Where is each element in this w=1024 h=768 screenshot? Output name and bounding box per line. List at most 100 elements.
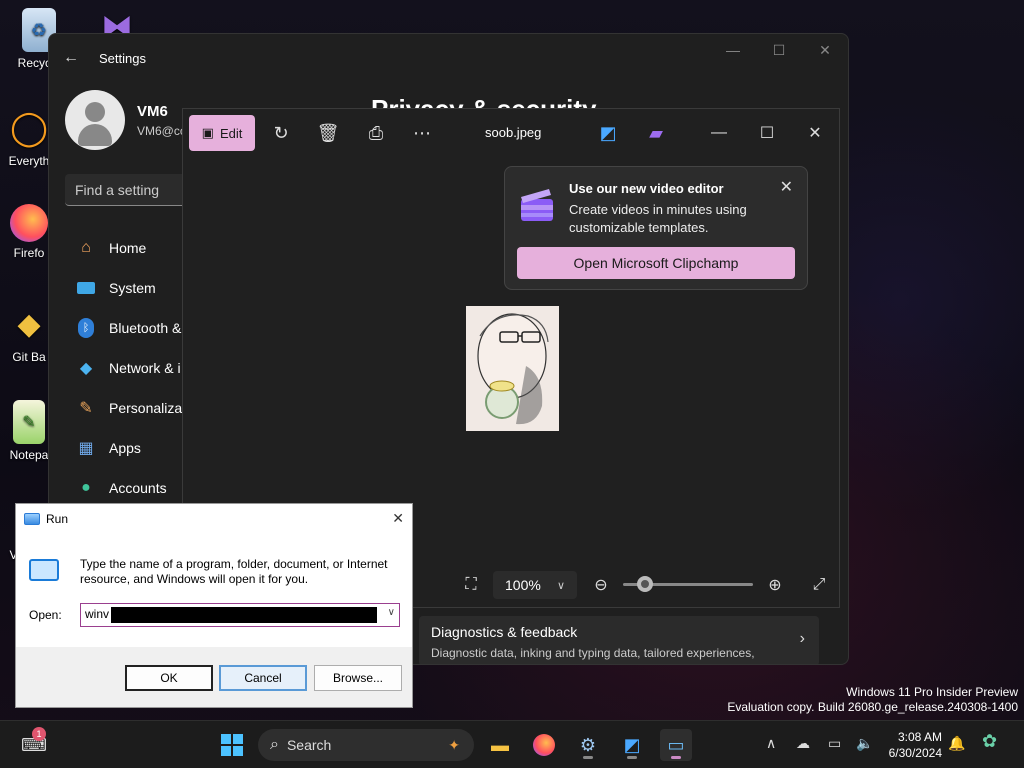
nav-item-label: Home: [109, 240, 147, 256]
run-icon: ▭: [667, 734, 685, 755]
open-clipchamp-button[interactable]: Open Microsoft Clipchamp: [517, 247, 795, 279]
maximize-icon[interactable]: ☐: [753, 119, 781, 147]
bell-icon[interactable]: 🔔: [948, 735, 965, 752]
profile-email: VM6@cc: [137, 123, 186, 138]
video-editor-popup: Use our new video editor Create videos i…: [504, 166, 808, 290]
rotate-icon[interactable]: ↻: [269, 121, 293, 145]
cancel-button[interactable]: Cancel: [219, 665, 307, 691]
clipchamp-icon: [521, 189, 553, 221]
system-icon: [75, 277, 97, 299]
nav-item-label: Bluetooth &: [109, 320, 182, 336]
search-highlight-icon: ✦: [448, 736, 460, 753]
browse-button[interactable]: Browse...: [314, 665, 402, 691]
run-input-value: winv: [85, 607, 110, 621]
fit-to-window-icon[interactable]: ⛶: [459, 573, 483, 597]
run-dialog: Run ✕ Type the name of a program, folder…: [15, 503, 413, 708]
back-arrow-icon[interactable]: ←: [63, 49, 87, 67]
edit-button[interactable]: ▣ Edit: [189, 115, 255, 151]
settings-button[interactable]: ⚙: [572, 729, 604, 761]
photo-image: [466, 306, 559, 431]
file-name: soob.jpeg: [485, 125, 542, 140]
close-icon[interactable]: ✕: [802, 34, 848, 66]
nav-item-label: System: [109, 280, 156, 296]
close-icon[interactable]: ✕: [780, 177, 793, 197]
wifi-icon: ◆: [79, 360, 93, 377]
run-input-selection: [111, 607, 377, 623]
photos-app-icon[interactable]: ◩: [596, 121, 620, 145]
nav-item-label: Personalizat: [109, 400, 187, 416]
widgets-button[interactable]: ⌨ 1: [18, 727, 50, 761]
apps-icon: ▦: [78, 440, 94, 457]
minimize-icon[interactable]: —: [710, 34, 756, 66]
settings-title: Settings: [99, 50, 146, 66]
edit-button-label: Edit: [219, 125, 243, 141]
zoom-level-dropdown[interactable]: 100% ∨: [493, 571, 577, 599]
diagnostics-description: Diagnostic data, inking and typing data,…: [431, 646, 755, 660]
search-icon: ⌕: [270, 736, 279, 753]
run-icon: [24, 513, 40, 525]
firefox-button[interactable]: [528, 729, 560, 761]
evaluation-watermark: Windows 11 Pro Insider Preview Evaluatio…: [727, 685, 1018, 715]
display-icon[interactable]: ▭: [828, 735, 841, 752]
gear-icon: ⚙: [579, 734, 597, 755]
popup-title: Use our new video editor: [569, 181, 724, 196]
chevron-down-icon[interactable]: ∨: [388, 607, 395, 618]
run-button[interactable]: ▭: [660, 729, 692, 761]
minimize-icon[interactable]: —: [705, 119, 733, 147]
brush-icon: ✎: [79, 400, 93, 417]
diagnostics-feedback-card[interactable]: Diagnostics & feedback Diagnostic data, …: [419, 616, 819, 664]
clock[interactable]: 3:08 AM 6/30/2024: [880, 729, 942, 761]
maximize-icon[interactable]: ☐: [756, 34, 802, 66]
zoom-slider-thumb[interactable]: [637, 576, 654, 592]
profile-name: VM6: [137, 102, 168, 120]
ok-button[interactable]: OK: [125, 665, 213, 691]
nav-item-label: Network & i: [109, 360, 181, 376]
full-screen-icon[interactable]: ⤢: [807, 573, 831, 597]
windows-logo-icon: [221, 734, 243, 756]
photos-button[interactable]: ◩: [616, 729, 648, 761]
firefox-icon: [10, 204, 48, 242]
accounts-icon: ●: [81, 479, 91, 496]
nav-item-label: Accounts: [109, 480, 167, 496]
zoom-out-icon[interactable]: ⊖: [589, 573, 613, 597]
chevron-down-icon: ∨: [556, 579, 565, 592]
close-icon[interactable]: ✕: [801, 119, 829, 147]
file-explorer-button[interactable]: ▬: [484, 729, 516, 761]
active-indicator: [583, 756, 593, 759]
active-indicator: [671, 756, 681, 759]
watermark-line-1: Windows 11 Pro Insider Preview: [846, 685, 1018, 699]
clipchamp-icon[interactable]: ▰: [644, 121, 668, 145]
diagnostics-title: Diagnostics & feedback: [431, 624, 578, 640]
volume-icon[interactable]: 🔈: [856, 735, 873, 752]
photos-toolbar: ▣ Edit ↻ 🗑 ⎙ ⋯ soob.jpeg ◩ ▰ — ☐ ✕: [183, 109, 839, 157]
open-label: Open:: [29, 608, 62, 622]
run-description: Type the name of a program, folder, docu…: [80, 557, 388, 586]
network-off-icon[interactable]: ☁: [796, 735, 810, 752]
git-bash-icon: ◆: [17, 307, 41, 341]
copilot-icon[interactable]: ✿: [982, 731, 997, 752]
run-body: Type the name of a program, folder, docu…: [16, 534, 412, 647]
run-command-input[interactable]: winv ∨: [80, 603, 400, 627]
zoom-slider[interactable]: [623, 576, 753, 592]
run-program-icon: [29, 559, 59, 581]
start-button[interactable]: [216, 729, 248, 761]
delete-icon[interactable]: 🗑: [316, 121, 340, 145]
folder-icon: ▬: [491, 734, 509, 755]
notepad-plus-plus-icon: ✎: [13, 400, 45, 444]
notification-badge: 1: [32, 727, 46, 741]
photos-icon: ◩: [623, 734, 641, 755]
active-indicator: [627, 756, 637, 759]
close-icon[interactable]: ✕: [392, 510, 404, 527]
print-icon[interactable]: ⎙: [364, 121, 388, 145]
search-label: Search: [286, 737, 332, 753]
date: 6/30/2024: [888, 746, 942, 760]
taskbar-search[interactable]: ⌕ Search ✦: [258, 729, 474, 761]
more-options-icon[interactable]: ⋯: [410, 121, 434, 145]
home-icon: ⌂: [81, 239, 91, 256]
chevron-up-icon[interactable]: ∧: [766, 735, 776, 752]
chevron-right-icon: ›: [799, 630, 805, 647]
user-profile[interactable]: VM6 VM6@cc: [65, 90, 186, 150]
zoom-in-icon[interactable]: ⊕: [763, 573, 787, 597]
edit-image-icon: ▣: [201, 125, 214, 140]
bluetooth-icon: ᛒ: [75, 317, 97, 339]
